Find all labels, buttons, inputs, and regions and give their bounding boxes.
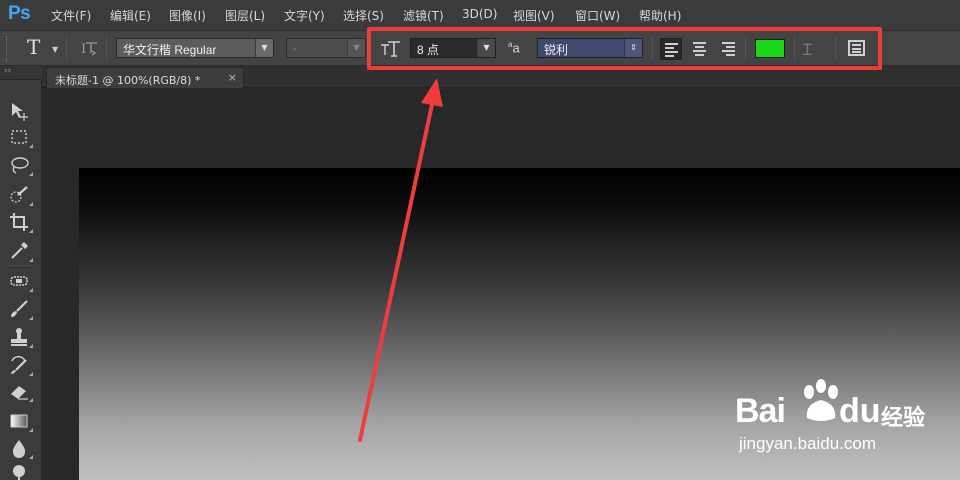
baidu-jingyan-watermark: Bai du 经验 jingyan.baidu.com — [735, 378, 955, 458]
watermark-brand-cn: 经验 — [881, 406, 926, 431]
move-tool-icon[interactable] — [8, 100, 30, 122]
quick-selection-tool-icon[interactable] — [8, 184, 33, 206]
crop-tool-icon[interactable] — [8, 211, 33, 233]
tool-preset-caret-icon[interactable]: ▼ — [52, 45, 58, 54]
menu-window[interactable]: 窗口(W) — [575, 7, 620, 24]
highlight-box — [367, 27, 882, 70]
chevron-down-icon: ▼ — [347, 39, 365, 57]
marquee-tool-icon[interactable] — [8, 126, 33, 148]
font-style-value: - — [293, 41, 297, 55]
document-tab[interactable]: 未标题-1 @ 100%(RGB/8) * × — [46, 67, 244, 88]
chevron-down-icon: ▼ — [255, 39, 273, 57]
photoshop-logo: Ps — [8, 3, 31, 24]
toolbox-header[interactable]: ›› — [0, 66, 42, 80]
healing-brush-tool-icon[interactable] — [8, 270, 33, 292]
baidu-paw-icon — [804, 379, 838, 421]
clone-stamp-tool-icon[interactable] — [8, 326, 33, 348]
blur-tool-icon[interactable] — [8, 437, 33, 459]
eraser-tool-icon[interactable] — [8, 380, 33, 402]
options-separator — [106, 37, 107, 61]
menu-view[interactable]: 视图(V) — [513, 7, 555, 24]
menu-layer[interactable]: 图层(L) — [225, 7, 265, 24]
collapse-icon: ›› — [4, 66, 12, 76]
menu-select[interactable]: 选择(S) — [343, 7, 384, 24]
menu-3d[interactable]: 3D(D) — [462, 7, 497, 21]
menu-filter[interactable]: 滤镜(T) — [403, 7, 444, 24]
gradient-tool-icon[interactable] — [8, 410, 33, 432]
menu-type[interactable]: 文字(Y) — [284, 7, 325, 24]
menu-file[interactable]: 文件(F) — [51, 7, 91, 24]
eyedropper-tool-icon[interactable] — [8, 240, 33, 262]
toggle-text-orientation-icon[interactable]: I — [79, 39, 99, 59]
menu-bar: Ps 文件(F) 编辑(E) 图像(I) 图层(L) 文字(Y) 选择(S) 滤… — [0, 0, 960, 30]
watermark-url: jingyan.baidu.com — [739, 434, 877, 453]
font-family-value: 华文行楷 Regular — [123, 43, 217, 57]
menu-edit[interactable]: 编辑(E) — [110, 7, 151, 24]
watermark-brand-du: du — [839, 392, 881, 430]
options-separator — [66, 37, 67, 61]
lasso-tool-icon[interactable] — [8, 154, 33, 176]
watermark-brand-bai: Bai — [735, 392, 786, 430]
dodge-tool-icon[interactable] — [8, 462, 30, 480]
toolbox-separator — [6, 265, 34, 266]
history-brush-tool-icon[interactable] — [8, 354, 33, 376]
font-style-select[interactable]: - ▼ — [286, 38, 366, 58]
options-grip[interactable] — [6, 36, 9, 62]
document-tab-title: 未标题-1 @ 100%(RGB/8) * — [55, 74, 201, 87]
horizontal-type-tool-icon[interactable]: T — [27, 35, 40, 59]
close-icon[interactable]: × — [228, 71, 237, 84]
font-family-select[interactable]: 华文行楷 Regular ▼ — [116, 38, 274, 58]
brush-tool-icon[interactable] — [8, 298, 33, 320]
menu-image[interactable]: 图像(I) — [169, 7, 206, 24]
menu-help[interactable]: 帮助(H) — [639, 7, 681, 24]
svg-text:I: I — [81, 42, 86, 57]
toolbox — [0, 80, 42, 480]
